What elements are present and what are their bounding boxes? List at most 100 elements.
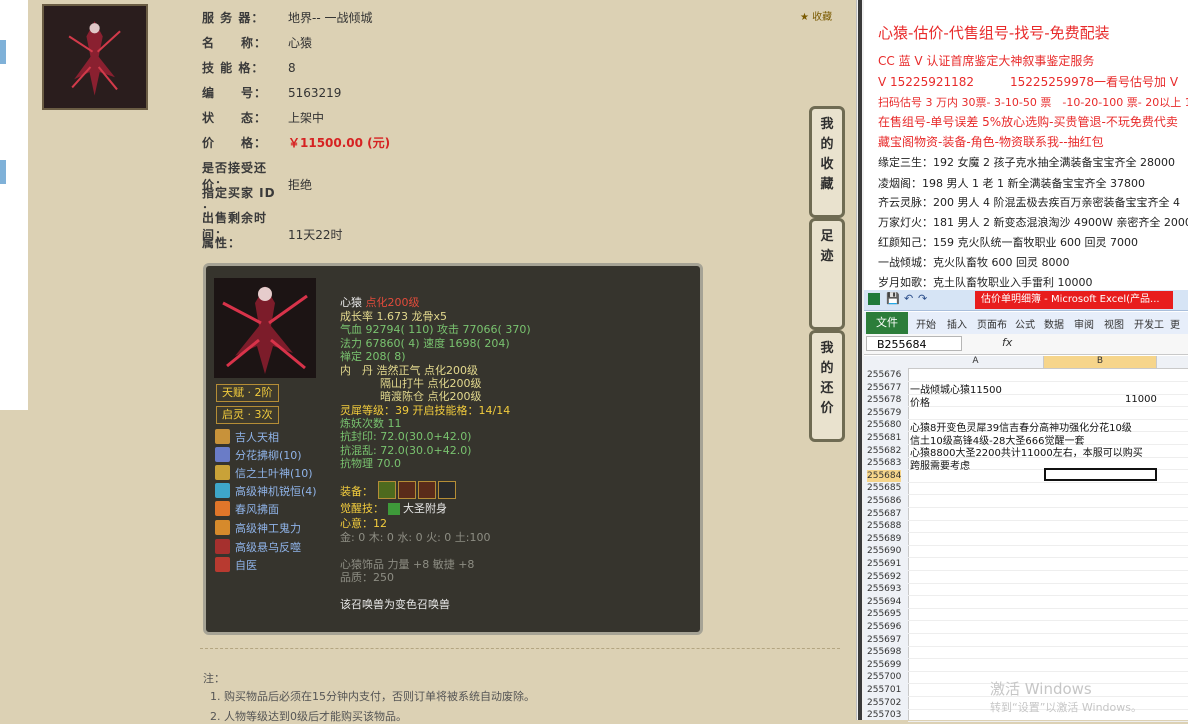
- row-number[interactable]: 255687: [867, 508, 901, 521]
- vertical-scrollbar[interactable]: [858, 0, 862, 720]
- ribbon-tab[interactable]: 审阅: [1074, 316, 1094, 331]
- grid-line: [908, 721, 1188, 723]
- row-number[interactable]: 255683: [867, 457, 901, 470]
- ribbon-tab[interactable]: 开始: [916, 316, 936, 331]
- pet-quality: 品质：250: [340, 571, 394, 584]
- row-number[interactable]: 255686: [867, 495, 901, 508]
- ad-line-7: 凌烟阁：198 男人 1 老 1 新全满装备宝宝齐全 37800: [878, 177, 1145, 190]
- row-number[interactable]: 255679: [867, 407, 901, 420]
- ribbon-tab[interactable]: 公式: [1015, 316, 1035, 331]
- skill-icon: [215, 429, 230, 444]
- column-header-a[interactable]: A: [908, 356, 1044, 368]
- pet-thumbnail[interactable]: [42, 4, 148, 110]
- summon-note: 该召唤兽为变色召唤兽: [340, 598, 450, 611]
- ad-line-4: 在售组号-单号误差 5%放心选购-买贵管退-不玩免费代卖: [878, 115, 1178, 129]
- edge-mark: [0, 40, 6, 64]
- favorite-link[interactable]: ★ 收藏: [800, 8, 832, 23]
- selected-cell[interactable]: [1044, 468, 1157, 481]
- ad-line-9: 万家灯火：181 男人 2 新变态混浪淘沙 4900W 亲密齐全 20000: [878, 216, 1188, 229]
- spirit-badge: 启灵 · 3次: [216, 406, 279, 424]
- note-1: 1. 购买物品后必须在15分钟内支付，否则订单将被系统自动废除。: [210, 690, 535, 703]
- grid-line: [908, 570, 1188, 571]
- left-window-edge: [0, 0, 29, 410]
- row-number[interactable]: 255695: [867, 608, 901, 621]
- note-2: 2. 人物等级达到0级后才能购买该物品。: [210, 710, 407, 723]
- ribbon-tab[interactable]: 视图: [1104, 316, 1124, 331]
- skill-icon: [215, 447, 230, 462]
- grid-line: [908, 507, 1188, 508]
- row-number[interactable]: 255688: [867, 520, 901, 533]
- equip-icon[interactable]: [418, 481, 436, 499]
- ribbon-tab[interactable]: 数据: [1044, 316, 1064, 331]
- equip-icon[interactable]: [398, 481, 416, 499]
- grid-line: [908, 658, 1188, 660]
- grid-line: [908, 620, 1188, 622]
- row-number[interactable]: 255680: [867, 419, 901, 432]
- grid-line: [908, 406, 1188, 408]
- row-number[interactable]: 255678: [867, 394, 901, 407]
- cell-a255683[interactable]: 跨服需要考虑: [910, 457, 970, 472]
- ribbon-tab[interactable]: 页面布: [977, 316, 1007, 331]
- row-number[interactable]: 255700: [867, 671, 901, 684]
- row-number[interactable]: 255689: [867, 533, 901, 546]
- attributes-row: 属性：: [202, 236, 242, 250]
- row-number[interactable]: 255698: [867, 646, 901, 659]
- row-number[interactable]: 255685: [867, 482, 901, 495]
- ad-line-10: 红颜知己：159 克火队统一畜牧职业 600 回灵 7000: [878, 236, 1138, 249]
- ad-line-11: 一战倾城：克火队畜牧 600 回灵 8000: [878, 256, 1070, 269]
- ribbon-tab[interactable]: 开发工: [1134, 316, 1164, 331]
- row-number[interactable]: 255682: [867, 445, 901, 458]
- equip-icon[interactable]: [438, 481, 456, 499]
- grid-line: [908, 607, 1188, 609]
- redo-icon[interactable]: ↷: [918, 292, 927, 305]
- excel-file-tab[interactable]: 文件: [866, 312, 908, 334]
- ad-line-1: CC 蓝 V 认证首席鉴定大神叙事鉴定服务: [878, 54, 1095, 68]
- tab-footprints[interactable]: 足迹: [809, 218, 845, 330]
- pet-resist-physical: 抗物理 70.0: [340, 457, 401, 470]
- cell-a255678[interactable]: 价格: [910, 394, 930, 409]
- name-row: 名 称： 心猿: [202, 36, 313, 50]
- cell-b255678[interactable]: 11000: [1125, 394, 1157, 405]
- row-number[interactable]: 255697: [867, 634, 901, 647]
- ribbon-tab[interactable]: 插入: [947, 316, 967, 331]
- id-row: 编 号： 5163219: [202, 86, 342, 100]
- undo-icon[interactable]: ↶: [904, 292, 913, 305]
- server-row: 服 务 器： 地界-- 一战倾城: [202, 11, 373, 25]
- row-number[interactable]: 255676: [867, 369, 901, 382]
- grid-line: [908, 595, 1188, 597]
- save-icon[interactable]: 💾: [886, 292, 900, 305]
- grid-line: [908, 519, 1188, 521]
- row-number[interactable]: 255693: [867, 583, 901, 596]
- grid-line: [908, 532, 1188, 534]
- row-number[interactable]: 255681: [867, 432, 901, 445]
- pet-figure-icon: [68, 21, 122, 96]
- skill-icon: [215, 465, 230, 480]
- fx-icon[interactable]: fx: [1002, 336, 1012, 349]
- row-number[interactable]: 255696: [867, 621, 901, 634]
- row-number[interactable]: 255690: [867, 545, 901, 558]
- notes-title: 注：: [203, 672, 225, 685]
- status-row: 状 态： 上架中: [202, 111, 325, 125]
- grid-line: [908, 633, 1188, 634]
- tab-my-bargains[interactable]: 我的还价: [809, 330, 845, 442]
- row-number[interactable]: 255701: [867, 684, 901, 697]
- row-number[interactable]: 255692: [867, 571, 901, 584]
- pet-portrait: [214, 278, 316, 378]
- row-number[interactable]: 255702: [867, 697, 901, 710]
- tab-my-favorites[interactable]: 我的收藏: [809, 106, 845, 218]
- ad-line-3: 扫码估号 3 万内 30票- 3-10-50 票 -10-20-100 票- 2…: [878, 96, 1188, 109]
- column-header-b[interactable]: B: [1044, 356, 1157, 368]
- ad-line-5: 藏宝阁物资-装备-角色-物资联系我--抽红包: [878, 135, 1104, 149]
- windows-watermark: 激活 Windows: [990, 680, 1092, 698]
- row-number[interactable]: 255684: [867, 469, 902, 483]
- equip-icon[interactable]: [378, 481, 396, 499]
- skill-slots-row: 技 能 格： 8: [202, 61, 296, 75]
- row-number[interactable]: 255694: [867, 596, 901, 609]
- ad-line-2: V 15225921182 15225259978一看号估号加 V: [878, 75, 1179, 89]
- row-number[interactable]: 255699: [867, 659, 901, 672]
- ad-line-8: 齐云灵脉：200 男人 4 阶混盂极去疾百万亲密装备宝宝齐全 4: [878, 196, 1180, 209]
- row-number[interactable]: 255677: [867, 382, 901, 395]
- name-box[interactable]: B255684: [866, 336, 962, 351]
- row-number[interactable]: 255691: [867, 558, 901, 571]
- edge-mark: [0, 160, 6, 184]
